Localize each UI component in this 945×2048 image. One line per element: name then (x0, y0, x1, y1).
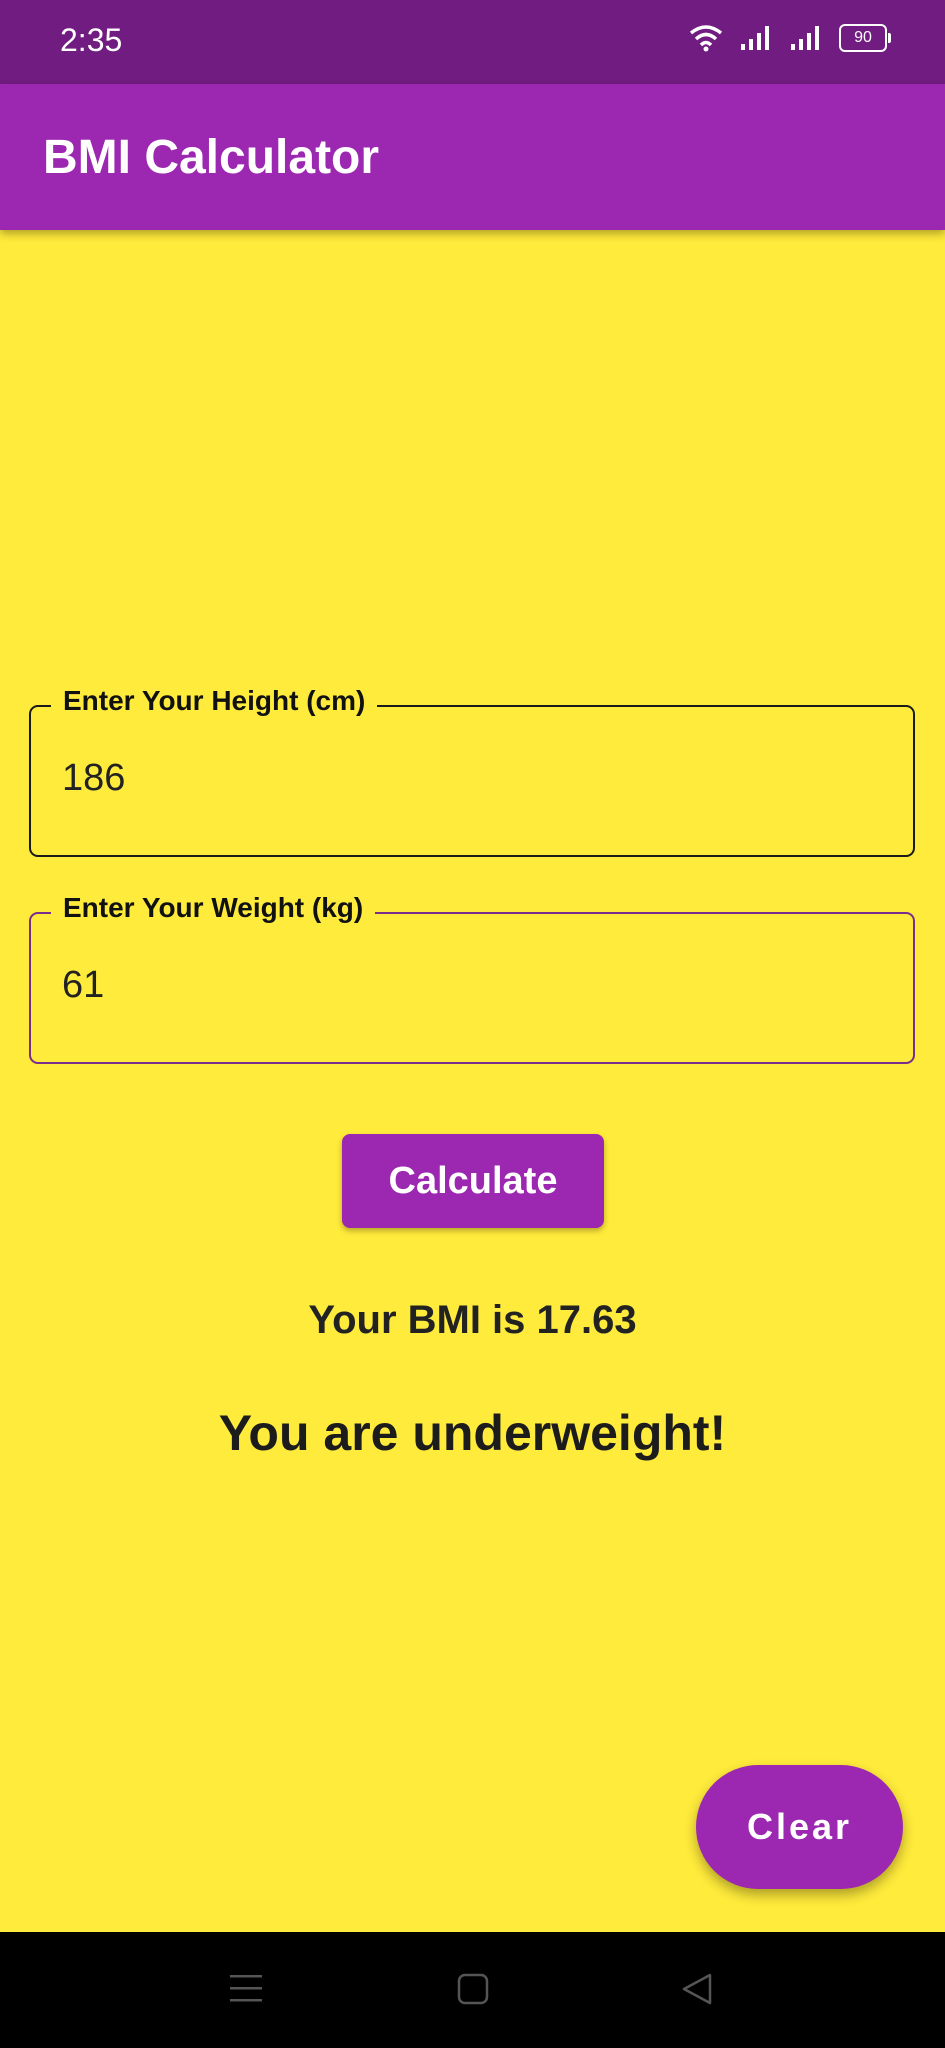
signal-icon (791, 26, 819, 50)
calculate-button[interactable]: Calculate (342, 1134, 604, 1228)
status-icons: 90 (689, 24, 891, 52)
wifi-icon (689, 25, 723, 52)
height-field-label: Enter Your Height (cm) (51, 685, 378, 717)
home-icon[interactable] (456, 1972, 490, 2006)
app-bar: BMI Calculator (0, 84, 945, 230)
menu-icon[interactable] (228, 1972, 264, 2006)
battery-icon: 90 (839, 24, 891, 52)
nav-bar (0, 1932, 945, 2048)
app-title: BMI Calculator (43, 131, 380, 184)
signal-icon (741, 26, 769, 50)
back-icon[interactable] (680, 1972, 714, 2006)
weight-input[interactable]: 61 (62, 964, 862, 1007)
height-input[interactable]: 186 (62, 757, 862, 800)
weight-field[interactable]: Enter Your Weight (kg) 61 (29, 892, 915, 1064)
height-field[interactable]: Enter Your Height (cm) 186 (29, 685, 915, 857)
status-time: 2:35 (60, 22, 123, 58)
status-bar: 2:35 90 (0, 0, 945, 84)
bmi-verdict: You are underweight! (218, 1405, 727, 1461)
weight-field-label: Enter Your Weight (kg) (51, 892, 376, 924)
bmi-result: Your BMI is 17.63 (308, 1298, 637, 1342)
clear-button[interactable]: Clear (696, 1765, 903, 1889)
